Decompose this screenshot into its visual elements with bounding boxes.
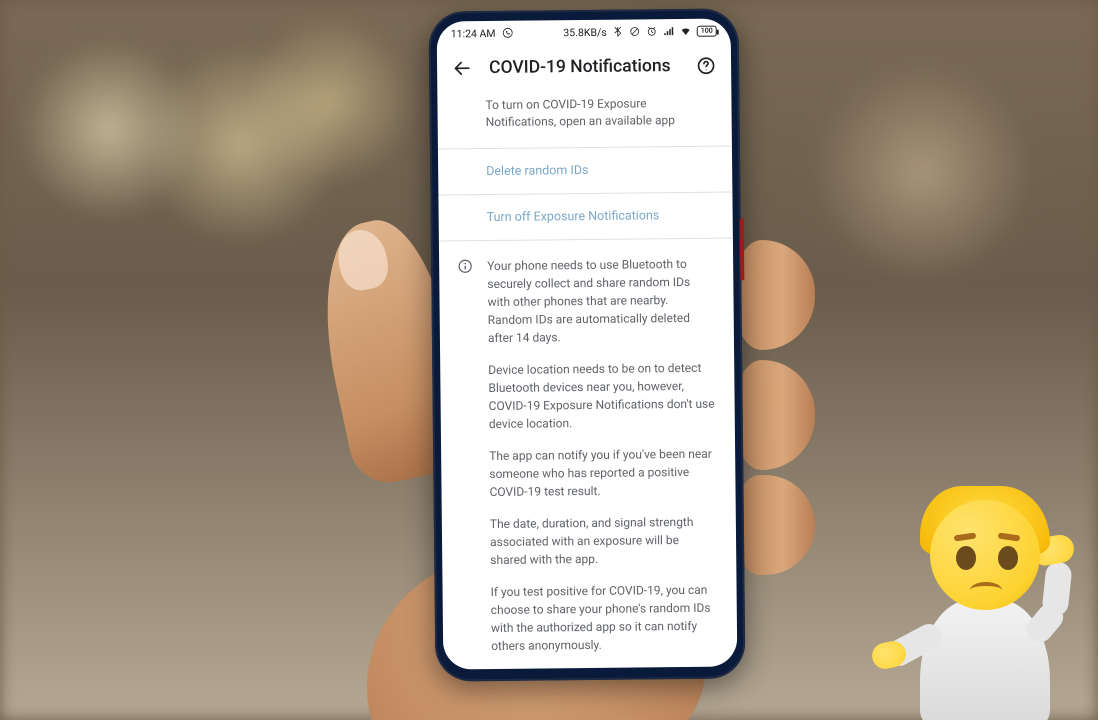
smartphone-device: 11:24 AM 35.8KB/s bbox=[429, 8, 746, 681]
help-button[interactable] bbox=[695, 55, 717, 77]
settings-content: To turn on COVID-19 Exposure Notificatio… bbox=[437, 90, 737, 669]
page-title: COVID-19 Notifications bbox=[489, 56, 679, 78]
info-icon bbox=[457, 258, 473, 274]
whatsapp-icon bbox=[501, 27, 513, 39]
info-paragraph: If you test positive for COVID-19, you c… bbox=[490, 580, 719, 654]
phone-screen: 11:24 AM 35.8KB/s bbox=[437, 18, 738, 669]
status-time: 11:24 AM bbox=[451, 26, 496, 39]
dnd-icon bbox=[629, 25, 641, 37]
lead-instruction: To turn on COVID-19 Exposure Notificatio… bbox=[437, 90, 732, 148]
info-block: Your phone needs to use Bluetooth to sec… bbox=[439, 238, 737, 669]
app-bar: COVID-19 Notifications bbox=[437, 42, 731, 93]
signal-icon bbox=[663, 25, 675, 37]
info-paragraph: The date, duration, and signal strength … bbox=[490, 512, 719, 568]
status-network-speed: 35.8KB/s bbox=[563, 25, 606, 38]
info-paragraph: Your phone needs to use Bluetooth to sec… bbox=[487, 254, 716, 346]
wifi-icon bbox=[680, 25, 692, 37]
alarm-icon bbox=[646, 25, 658, 37]
status-bar: 11:24 AM 35.8KB/s bbox=[437, 18, 731, 45]
info-paragraph: Device location needs to be on to detect… bbox=[488, 358, 717, 432]
back-button[interactable] bbox=[451, 57, 473, 79]
turn-off-exposure-button[interactable]: Turn off Exposure Notifications bbox=[438, 192, 732, 240]
battery-icon: 100 bbox=[697, 25, 717, 36]
delete-random-ids-button[interactable]: Delete random IDs bbox=[438, 146, 732, 194]
info-paragraph: The app can notify you if you've been ne… bbox=[489, 444, 718, 500]
bluetooth-icon bbox=[612, 26, 624, 38]
